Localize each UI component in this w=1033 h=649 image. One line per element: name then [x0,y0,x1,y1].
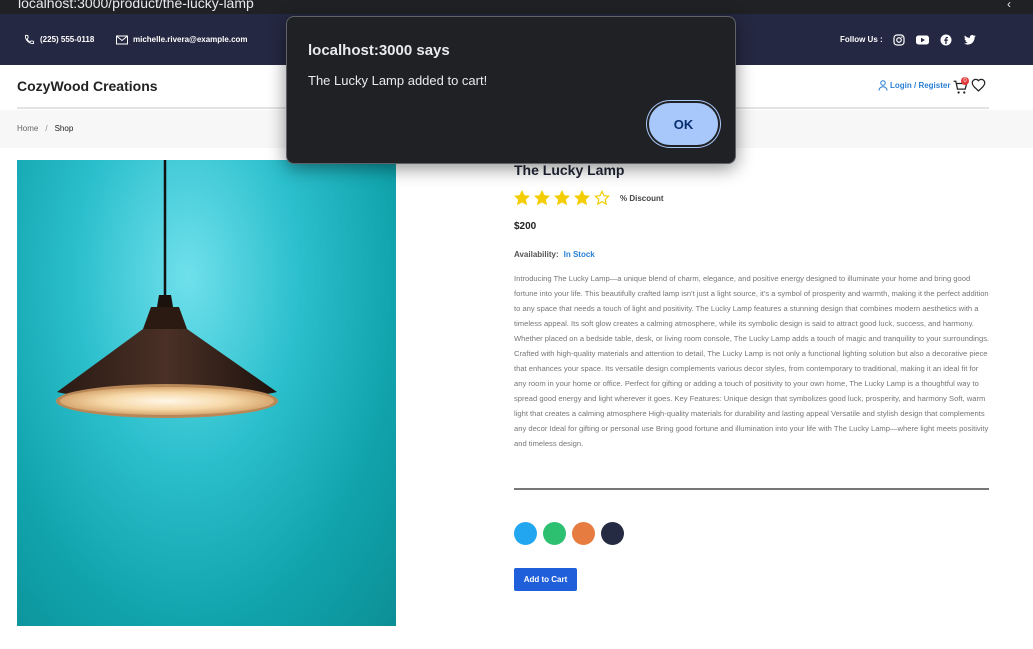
phone-icon [24,34,35,45]
cart-button[interactable]: 0 [953,77,971,95]
user-icon [878,80,888,91]
star-filled-icon [574,190,590,206]
twitter-icon [964,34,976,45]
wishlist-button[interactable] [971,78,986,97]
color-swatches [514,522,630,545]
mail-icon [116,35,128,44]
product-image [17,160,396,626]
availability-status: In Stock [563,250,595,259]
facebook-icon [940,34,952,45]
youtube-link[interactable] [916,14,929,65]
dialog-ok-button[interactable]: OK [649,103,718,145]
heart-icon [971,78,986,92]
breadcrumb-current: Shop [54,124,74,133]
brand-logo[interactable]: CozyWood Creations [17,78,158,94]
product-rating: % Discount [514,190,664,206]
color-swatch[interactable] [572,522,595,545]
breadcrumb-separator-icon: / [45,124,48,133]
dialog-title: localhost:3000 says [308,42,450,59]
add-to-cart-button[interactable]: Add to Cart [514,568,577,591]
alert-dialog: localhost:3000 says The Lucky Lamp added… [286,16,736,164]
email-contact: michelle.rivera@example.com [116,14,248,65]
instagram-icon [893,33,905,46]
breadcrumb-home[interactable]: Home [17,124,38,133]
phone-number: (225) 555-0118 [40,35,95,44]
youtube-icon [916,35,929,44]
product-description: Introducing The Lucky Lamp—a unique blen… [514,274,990,448]
color-swatch[interactable] [514,522,537,545]
phone-contact: (225) 555-0118 [24,14,94,65]
instagram-link[interactable] [893,14,905,65]
star-filled-icon [534,190,550,206]
discount-label: % Discount [620,193,664,203]
color-swatch[interactable] [601,522,624,545]
product-price: $200 [514,221,537,232]
twitter-link[interactable] [964,14,976,65]
follow-us-label: Follow Us : [840,35,883,44]
star-filled-icon [554,190,570,206]
description-divider [514,488,989,490]
browser-url[interactable]: localhost:3000/product/the-lucky-lamp [18,0,254,11]
breadcrumb: Home / Shop [17,124,73,133]
star-empty-icon [594,190,610,206]
facebook-link[interactable] [940,14,952,65]
star-filled-icon [514,190,530,206]
browser-address-bar[interactable]: localhost:3000/product/the-lucky-lamp ‹ [0,0,1033,14]
pendant-lamp-image [56,160,278,418]
cart-count-badge: 0 [961,77,969,85]
color-swatch[interactable] [543,522,566,545]
email-address: michelle.rivera@example.com [133,35,248,44]
browser-back-arrow-icon[interactable]: ‹ [1007,0,1011,11]
product-title: The Lucky Lamp [514,162,625,178]
availability-label: Availability: [514,250,559,259]
login-register-link[interactable]: Login / Register [878,80,950,91]
rating-stars [514,190,614,206]
login-register-label: Login / Register [890,81,951,90]
availability: Availability: In Stock [514,250,595,259]
dialog-message: The Lucky Lamp added to cart! [308,73,488,88]
